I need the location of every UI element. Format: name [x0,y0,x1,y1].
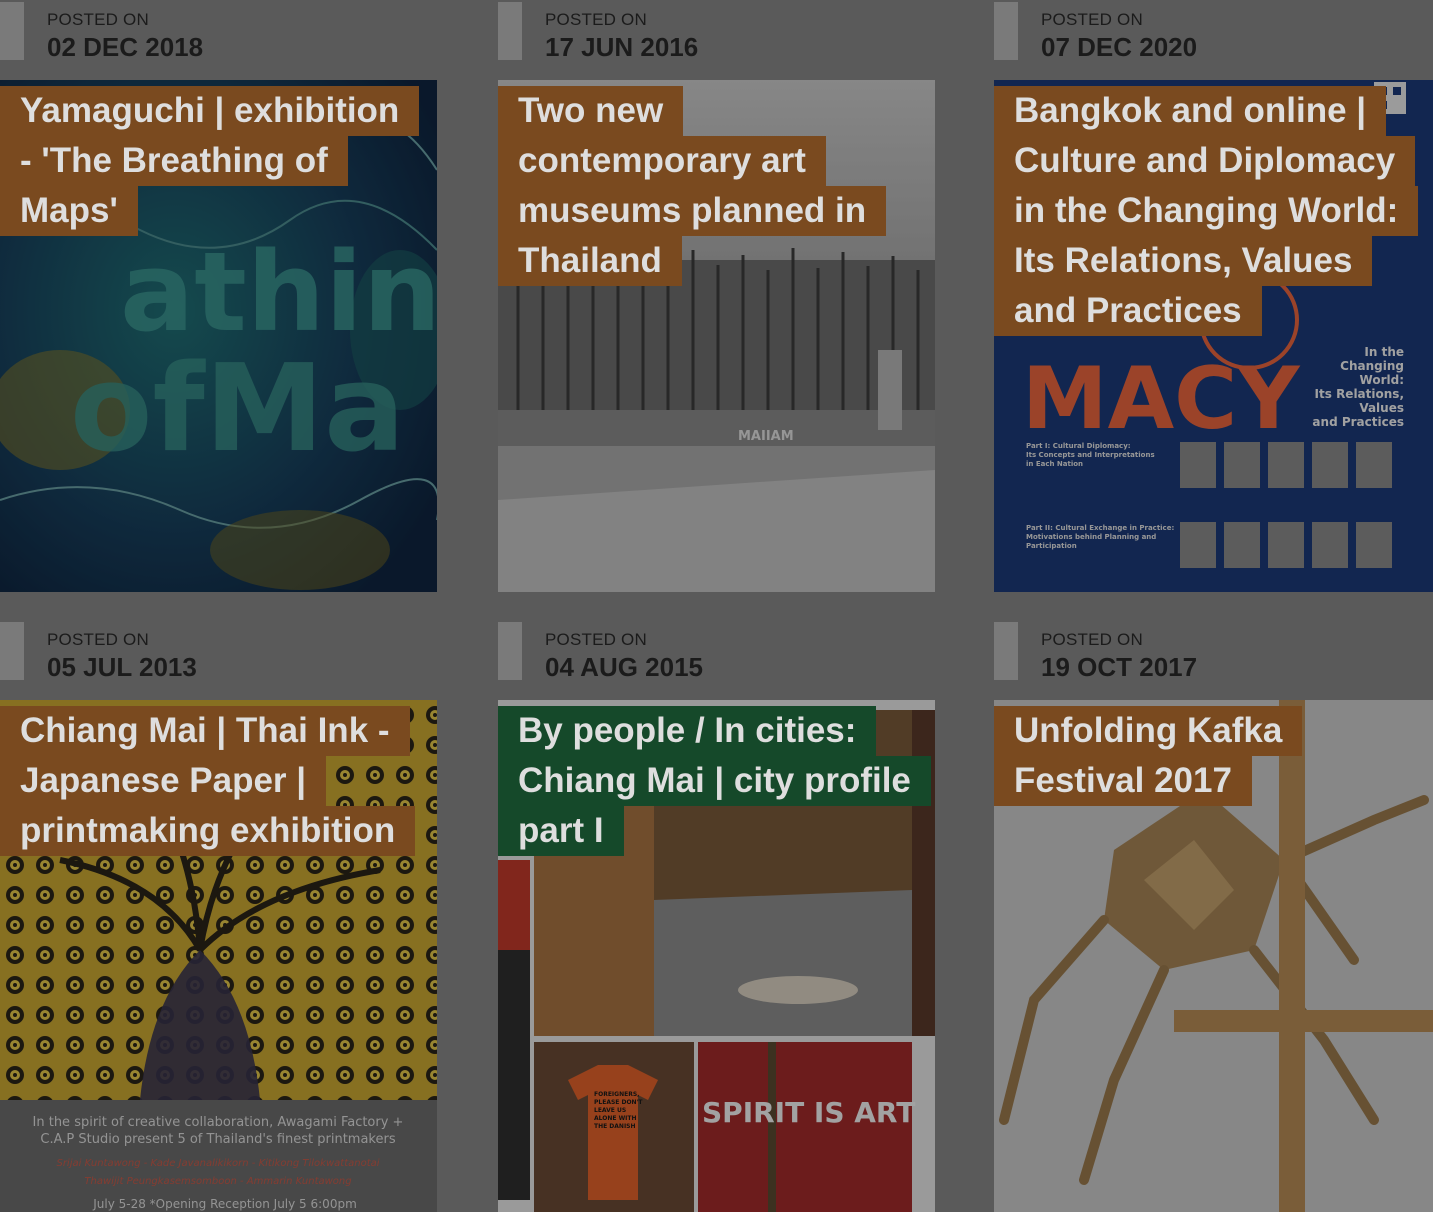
post-grid: POSTED ON 02 DEC 2018 athin ofMa Yamaguc… [0,0,1433,1212]
post-date: 02 DEC 2018 [47,32,204,62]
posted-on-label: POSTED ON [1041,630,1143,649]
post-meta: POSTED ON 05 JUL 2013 [0,620,437,700]
meta-accent-bar [0,2,24,60]
post-title[interactable]: Unfolding Kafka Festival 2017 [994,706,1431,806]
post-date: 19 OCT 2017 [1041,652,1198,682]
post-date: 07 DEC 2020 [1041,32,1198,62]
post-meta: POSTED ON 19 OCT 2017 [994,620,1431,700]
posted-on-label: POSTED ON [545,630,647,649]
posted-on-label: POSTED ON [1041,10,1143,29]
post-title[interactable]: Bangkok and online | Culture and Diploma… [994,86,1431,336]
posted-on-label: POSTED ON [545,10,647,29]
post-meta: POSTED ON 07 DEC 2020 [994,0,1431,80]
post-title[interactable]: Two new contemporary art museums planned… [498,86,935,286]
meta-accent-bar [0,622,24,680]
meta-accent-bar [994,2,1018,60]
meta-accent-bar [498,622,522,680]
post-meta: POSTED ON 04 AUG 2015 [498,620,935,700]
post-date: 05 JUL 2013 [47,652,197,682]
posted-on-label: POSTED ON [47,10,149,29]
post-title[interactable]: Chiang Mai | Thai Ink - Japanese Paper |… [0,706,437,856]
post-title[interactable]: By people / In cities: Chiang Mai | city… [498,706,935,856]
post-date: 17 JUN 2016 [545,32,699,62]
meta-accent-bar [498,2,522,60]
post-title[interactable]: Yamaguchi | exhibition - 'The Breathing … [0,86,437,236]
meta-accent-bar [994,622,1018,680]
post-meta: POSTED ON 02 DEC 2018 [0,0,437,80]
posted-on-label: POSTED ON [47,630,149,649]
post-meta: POSTED ON 17 JUN 2016 [498,0,935,80]
post-date: 04 AUG 2015 [545,652,704,682]
